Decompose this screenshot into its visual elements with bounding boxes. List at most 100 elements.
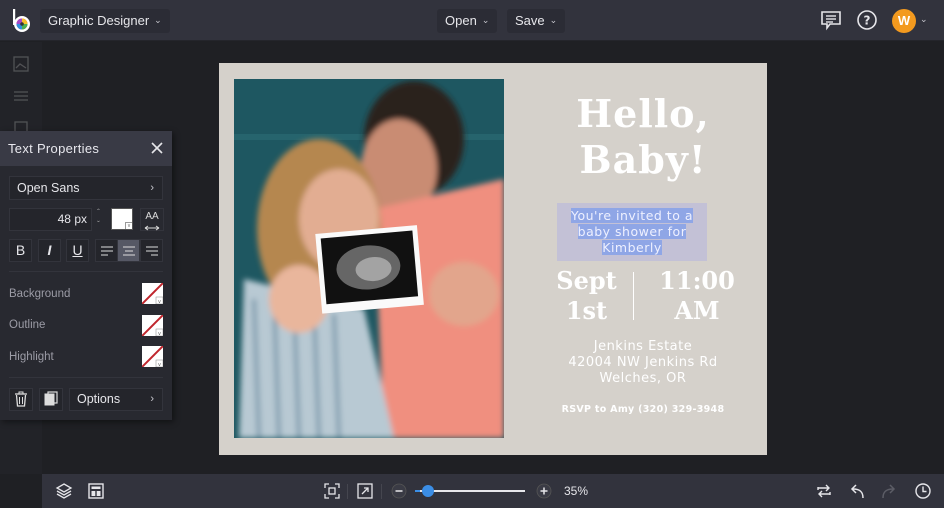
chevron-down-icon[interactable]: ⌄	[920, 14, 928, 25]
venue-line-1: Jenkins Estate	[593, 339, 693, 354]
align-center-icon	[122, 246, 135, 256]
font-size-input[interactable]: 48 px	[9, 208, 92, 231]
align-right-button[interactable]	[140, 239, 163, 262]
duplicate-icon	[44, 391, 58, 406]
zoom-slider-thumb[interactable]	[421, 485, 434, 497]
letter-spacing-icon	[144, 225, 160, 231]
venue-address[interactable]: Jenkins Estate 42004 NW Jenkins Rd Welch…	[519, 339, 767, 387]
zoom-in-icon[interactable]	[535, 482, 553, 500]
invitation-text-column: Hello, Baby! You're invited to a baby sh…	[519, 63, 767, 455]
invite-line-1: You're invited to a	[571, 208, 693, 223]
highlight-label: Highlight	[9, 351, 54, 363]
workspace-dropdown[interactable]: Graphic Designer ⌄	[40, 9, 170, 33]
separator	[381, 484, 382, 499]
open-label: Open	[445, 13, 477, 28]
font-size-value: 48	[57, 212, 71, 226]
chevron-down-icon: ⌄	[481, 15, 490, 25]
top-bar: Graphic Designer ⌄ Open ⌄ Save ⌄ ? W ⌄	[0, 0, 944, 41]
layers-icon[interactable]	[55, 482, 73, 500]
delete-button[interactable]	[9, 388, 33, 411]
chevron-down-icon: ⌄	[549, 15, 558, 25]
undo-icon[interactable]	[848, 482, 866, 500]
layout-template-icon[interactable]	[87, 482, 105, 500]
venue-line-3: Welches, OR	[599, 371, 687, 386]
expand-icon[interactable]	[356, 482, 374, 500]
open-dropdown[interactable]: Open ⌄	[437, 9, 498, 33]
user-avatar[interactable]: W	[892, 9, 916, 33]
app-logo-icon[interactable]	[10, 8, 34, 34]
panel-title: Text Properties	[8, 141, 100, 156]
invite-text[interactable]: You're invited to a baby shower for Kimb…	[557, 208, 707, 256]
zoom-out-icon[interactable]	[390, 482, 408, 500]
redo-icon[interactable]	[880, 482, 898, 500]
chevron-down-icon: v	[125, 222, 132, 229]
design-canvas[interactable]: Hello, Baby! You're invited to a baby sh…	[219, 63, 767, 455]
invite-line-3: Kimberly	[602, 240, 662, 255]
swap-icon[interactable]	[815, 482, 833, 500]
options-label: Options	[77, 392, 121, 406]
text-properties-panel: Text Properties Open Sans › 48 px ˆ ˇ v …	[0, 131, 172, 420]
chevron-right-icon: ›	[150, 393, 154, 405]
adjust-tool-icon[interactable]	[12, 87, 30, 105]
couple-ultrasound-photo[interactable]	[234, 79, 504, 438]
image-tool-icon[interactable]	[12, 55, 30, 73]
background-color-swatch[interactable]: v	[142, 283, 163, 304]
headline[interactable]: Hello, Baby!	[519, 91, 767, 183]
italic-button[interactable]: I	[38, 239, 61, 262]
text-color-swatch[interactable]: v	[111, 208, 133, 230]
bold-button[interactable]: B	[9, 239, 32, 262]
close-icon[interactable]	[148, 139, 166, 157]
headline-line-2: Baby!	[579, 137, 707, 182]
svg-text:?: ?	[864, 14, 871, 28]
align-right-icon	[145, 246, 158, 256]
comments-icon[interactable]	[820, 9, 842, 31]
text-case-button[interactable]: AA	[140, 208, 164, 231]
font-family-select[interactable]: Open Sans ›	[9, 176, 163, 200]
help-icon[interactable]: ?	[856, 9, 878, 31]
app-window: Graphic Designer ⌄ Open ⌄ Save ⌄ ? W ⌄ H…	[0, 0, 944, 508]
outline-label: Outline	[9, 319, 46, 331]
duplicate-button[interactable]	[39, 388, 63, 411]
text-case-label: AA	[145, 211, 159, 222]
zoom-slider-track[interactable]	[420, 490, 525, 492]
background-label: Background	[9, 288, 71, 300]
save-dropdown[interactable]: Save ⌄	[507, 9, 566, 33]
event-date: Sept 1st	[539, 266, 634, 326]
headline-line-1: Hello,	[576, 91, 710, 136]
svg-text:v: v	[158, 331, 161, 336]
event-time: 11:00 AM	[647, 266, 747, 326]
options-button[interactable]: Options ›	[69, 388, 163, 411]
font-size-unit: px	[74, 212, 87, 226]
divider	[9, 377, 163, 378]
date-line-1: Sept	[556, 266, 617, 295]
workspace-label: Graphic Designer	[48, 13, 150, 28]
align-center-button[interactable]	[117, 239, 140, 262]
chevron-right-icon: ›	[150, 182, 154, 194]
date-line-2: 1st	[565, 296, 608, 325]
history-clock-icon[interactable]	[914, 482, 932, 500]
chevron-up-icon[interactable]: ˆ	[92, 208, 105, 218]
outline-color-swatch[interactable]: v	[142, 315, 163, 336]
trash-icon	[15, 391, 27, 407]
font-size-stepper[interactable]: ˆ ˇ	[92, 208, 105, 231]
svg-text:v: v	[158, 362, 161, 367]
align-left-button[interactable]	[95, 239, 118, 262]
highlight-color-swatch[interactable]: v	[142, 346, 163, 367]
date-time-block[interactable]: Sept 1st 11:00 AM	[519, 266, 767, 328]
date-time-divider	[633, 272, 634, 320]
font-family-value: Open Sans	[17, 181, 80, 195]
bottom-toolbar: 35%	[42, 474, 944, 508]
zoom-percent-label: 35%	[564, 484, 589, 498]
time-line-2: AM	[674, 296, 720, 325]
chevron-down-icon[interactable]: ˇ	[92, 220, 105, 230]
panel-header[interactable]: Text Properties	[0, 131, 172, 166]
align-left-icon	[100, 246, 113, 256]
underline-button[interactable]: U	[66, 239, 89, 262]
venue-line-2: 42004 NW Jenkins Rd	[568, 355, 718, 370]
separator	[347, 484, 348, 499]
svg-text:v: v	[158, 299, 161, 304]
fit-to-screen-icon[interactable]	[323, 482, 341, 500]
rsvp-text[interactable]: RSVP to Amy (320) 329-3948	[519, 404, 767, 415]
invite-line-2: baby shower for	[577, 224, 687, 239]
chevron-down-icon: ⌄	[154, 15, 162, 25]
